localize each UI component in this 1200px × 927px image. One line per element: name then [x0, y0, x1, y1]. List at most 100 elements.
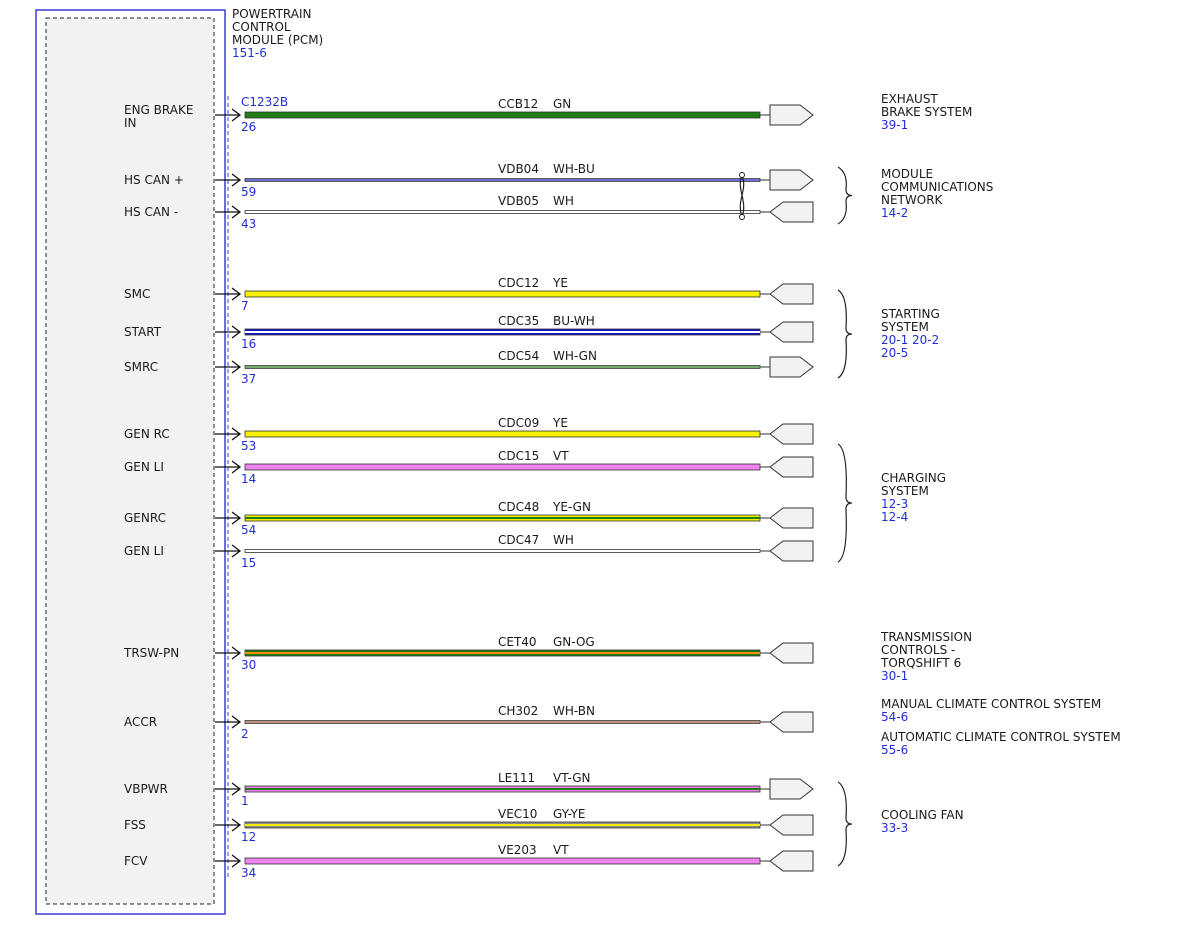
pin-number: 14	[241, 472, 256, 486]
pin-number: 16	[241, 337, 256, 351]
destination-label: COMMUNICATIONS	[881, 180, 993, 194]
destination-label: COOLING FAN	[881, 808, 964, 822]
destination-2: STARTINGSYSTEM20-1 20-220-5	[881, 307, 940, 360]
destination-label: BRAKE SYSTEM	[881, 105, 972, 119]
wire-ve203: FCV 34 VE203 VT	[124, 843, 814, 880]
signal-label: SMRC	[124, 360, 158, 374]
wire-cdc15: GEN LI 14 CDC15 VT	[124, 449, 814, 486]
destination-label: EXHAUST	[881, 92, 938, 106]
destination-label: AUTOMATIC CLIMATE CONTROL SYSTEM	[881, 730, 1121, 744]
circuit-label: CDC35	[498, 314, 539, 328]
circuit-label: CDC48	[498, 500, 539, 514]
connector-id: C1232B	[241, 95, 288, 109]
pin-number: 1	[241, 794, 249, 808]
circuit-label: CDC09	[498, 416, 539, 430]
wire-body	[244, 463, 761, 471]
wire-ch302: ACCR 2 CH302 WH-BN	[124, 704, 814, 741]
destination-label: TORQSHIFT 6	[880, 656, 961, 670]
wire-le111: VBPWR 1 LE111 VT-GN	[124, 771, 814, 808]
circuit-label: CDC54	[498, 349, 539, 363]
connector-shape	[769, 456, 814, 478]
destination-label: MODULE	[881, 167, 933, 181]
signal-label: START	[124, 325, 162, 339]
wire-cet40: TRSW-PN 30 CET40 GN-OG	[123, 635, 814, 672]
destination-6: AUTOMATIC CLIMATE CONTROL SYSTEM55-6	[881, 730, 1121, 757]
circuit-label: CDC12	[498, 276, 539, 290]
signal-label: GEN LI	[124, 544, 164, 558]
signal-label: GENRC	[124, 511, 166, 525]
signal-label: HS CAN -	[124, 205, 178, 219]
destination-label: CONTROLS -	[881, 643, 955, 657]
pin-number: 2	[241, 727, 249, 741]
module-title-line-2: CONTROL	[232, 20, 291, 34]
connector-shape	[769, 201, 814, 223]
connector-shape	[769, 104, 814, 126]
wire-vdb05: HS CAN - 43 VDB05 WH	[124, 194, 814, 231]
wire-ccb12: ENG BRAKEIN 26 CCB12 GN	[124, 97, 814, 134]
connector-shape	[769, 642, 814, 664]
pin-number: 34	[241, 866, 256, 880]
wire-color-label: YE-GN	[552, 500, 591, 514]
circuit-label: VEC10	[498, 807, 537, 821]
pin-number: 12	[241, 830, 256, 844]
destination-ref: 12-4	[881, 510, 908, 524]
brace-starting-icon	[837, 289, 853, 379]
destination-7: COOLING FAN33-3	[881, 808, 964, 835]
connector-shape	[769, 169, 814, 191]
signal-label: GEN LI	[124, 460, 164, 474]
wire-cdc35: START 16 CDC35 BU-WH	[124, 314, 814, 351]
wire-body	[244, 290, 761, 298]
signal-label: ACCR	[124, 715, 157, 729]
wire-color-label: GN	[553, 97, 571, 111]
wire-color-label: WH	[553, 533, 574, 547]
pin-number: 54	[241, 523, 256, 537]
destination-ref: 20-1 20-2	[881, 333, 939, 347]
circuit-label: CDC47	[498, 533, 539, 547]
wire-color-label: WH-GN	[553, 349, 597, 363]
wire-color-label: BU-WH	[553, 314, 595, 328]
wire-color-label: GY-YE	[553, 807, 585, 821]
wire-body	[244, 857, 761, 865]
destination-label: CHARGING	[881, 471, 946, 485]
destination-label: NETWORK	[881, 193, 944, 207]
module-title-line-3: MODULE (PCM)	[232, 33, 323, 47]
wire-body	[244, 111, 761, 119]
wiring-diagram: POWERTRAIN CONTROL MODULE (PCM) 151-6 C1…	[35, 7, 1121, 915]
connector-shape	[769, 711, 814, 733]
connector-shape	[769, 540, 814, 562]
connector-shape	[769, 778, 814, 800]
destination-0: EXHAUSTBRAKE SYSTEM39-1	[881, 92, 972, 132]
signal-label: HS CAN +	[124, 173, 184, 187]
connector-shape	[769, 423, 814, 445]
brace-cooling-icon	[837, 781, 853, 867]
wire-color-label: WH-BN	[553, 704, 595, 718]
destination-ref: 54-6	[881, 710, 908, 724]
signal-label: ENG BRAKE	[124, 103, 193, 117]
circuit-label: VDB05	[498, 194, 539, 208]
pin-number: 26	[241, 120, 256, 134]
connector-shape	[769, 507, 814, 529]
wire-cdc12: SMC 7 CDC12 YE	[124, 276, 814, 313]
wire-cdc09: GEN RC 53 CDC09 YE	[124, 416, 814, 453]
destination-label: TRANSMISSION	[880, 630, 972, 644]
destination-label: STARTING	[881, 307, 940, 321]
destination-label: SYSTEM	[881, 484, 929, 498]
destination-ref: 20-5	[881, 346, 908, 360]
wire-cdc47: GEN LI 15 CDC47 WH	[124, 533, 814, 570]
signal-label: GEN RC	[124, 427, 170, 441]
circuit-label: VDB04	[498, 162, 539, 176]
destination-ref: 55-6	[881, 743, 908, 757]
wire-cdc54: SMRC 37 CDC54 WH-GN	[124, 349, 814, 386]
wire-color-label: GN-OG	[553, 635, 595, 649]
destination-ref: 39-1	[881, 118, 908, 132]
destination-4: TRANSMISSIONCONTROLS -TORQSHIFT 630-1	[880, 630, 972, 683]
pin-number: 15	[241, 556, 256, 570]
wire-body	[244, 430, 761, 438]
wire-color-label: WH	[553, 194, 574, 208]
pin-number: 30	[241, 658, 256, 672]
connector-shape	[769, 850, 814, 872]
signal-label: SMC	[124, 287, 150, 301]
connector-shape	[769, 283, 814, 305]
circuit-label: LE111	[498, 771, 535, 785]
brace-can-icon	[837, 166, 853, 225]
